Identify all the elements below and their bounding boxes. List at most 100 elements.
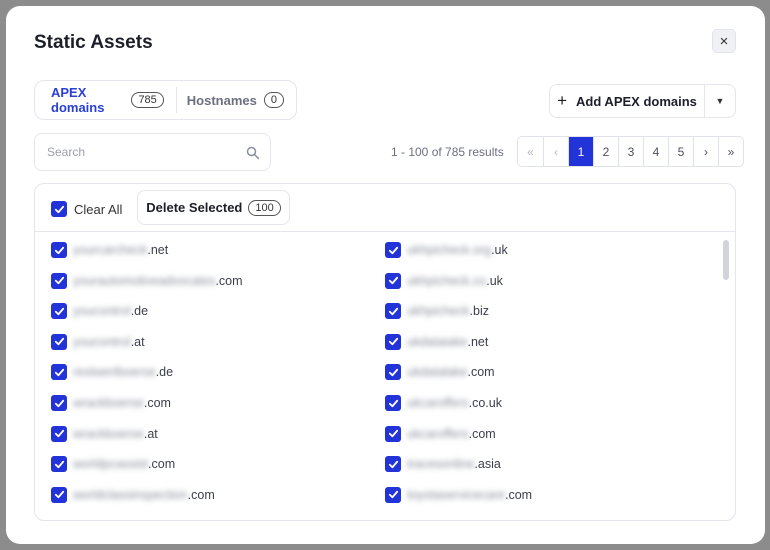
domain-list-item[interactable]: wrackboerse .com [51,393,171,413]
domain-list-item[interactable]: toyotaservicecare .com [385,485,532,505]
checkbox-checked-icon[interactable] [51,486,67,503]
checkbox-checked-icon[interactable] [51,395,67,411]
domain-suffix: .net [467,334,489,349]
checkbox-checked-icon[interactable] [385,395,401,411]
page-5-button[interactable]: 5 [668,137,693,166]
checkbox-checked-icon[interactable] [385,333,401,350]
domain-list-item[interactable]: yourcarcheck .net [51,240,168,260]
next-page-button[interactable]: › [693,137,718,166]
domain-name-redacted: ukcaroffers [407,396,469,410]
domain-list-item[interactable]: youcontrol .de [51,301,148,321]
search-input[interactable] [35,134,225,170]
tab-count-badge: 785 [131,92,164,108]
domain-list-item[interactable]: restwertboerse .de [51,362,173,382]
clear-all-checkbox[interactable]: Clear All [51,201,122,217]
checkbox-checked-icon[interactable] [51,242,67,258]
add-apex-domains-button[interactable]: + Add APEX domains [550,85,705,117]
checkbox-checked-icon[interactable] [385,486,401,503]
checkbox-checked-icon[interactable] [385,425,401,442]
domain-name-redacted: tracesonline [407,457,475,472]
domain-name-redacted: yourcarcheck [73,243,148,257]
domain-list-item[interactable]: ukhpicheck.co .uk [385,271,503,291]
domain-list-item[interactable]: tracesonline .asia [385,454,501,474]
checkbox-checked-icon[interactable] [51,272,67,289]
search-box [34,133,271,171]
domain-name-redacted: wrackboerse [73,426,144,441]
domain-list-item[interactable]: youcontrol .at [51,332,145,352]
domain-suffix: .uk [486,273,503,288]
domain-suffix: .uk [491,243,508,257]
domain-name-redacted: worldpcassist [73,457,149,472]
domain-list-item[interactable]: ukhpicheck .biz [385,301,489,321]
pagination: « ‹ 1 2 3 4 5 › » [517,136,744,167]
domain-suffix: .com [468,426,496,441]
domain-suffix: .biz [469,304,489,319]
domain-name-redacted: yourautomotiveadvocates [73,273,216,288]
page-1-button[interactable]: 1 [568,137,593,166]
domain-name-redacted: restwertboerse [73,365,156,380]
list-scrollbar[interactable] [723,240,729,280]
close-button[interactable]: × [712,29,736,53]
domain-list-item[interactable]: worldclassinspection .com [51,485,215,505]
delete-selected-label: Delete Selected [146,200,243,215]
domain-list-item[interactable]: ukcaroffers .com [385,424,496,444]
domain-list-item[interactable]: ukcaroffers .co.uk [385,393,502,413]
plus-icon: + [557,91,568,110]
checkbox-checked-icon[interactable] [51,425,67,442]
page-3-button[interactable]: 3 [618,137,643,166]
domain-name-redacted: ukhpicheck [407,304,470,319]
search-icon[interactable] [246,146,260,160]
add-button-label: Add APEX domains [576,93,697,109]
domain-suffix: .com [143,396,171,410]
checkbox-checked-icon[interactable] [51,303,67,320]
first-page-button[interactable]: « [518,137,543,166]
selected-count-badge: 100 [248,199,281,216]
add-options-dropdown-button[interactable]: ▼ [705,96,735,106]
domain-list-item[interactable]: ukdataiake .net [385,332,488,352]
modal-title: Static Assets [34,32,153,53]
domain-suffix: .asia [474,457,501,472]
prev-page-button[interactable]: ‹ [543,137,568,166]
clear-all-label: Clear All [74,201,123,217]
domain-suffix: .net [147,243,169,257]
domain-suffix: .com [504,487,533,502]
domain-list-item[interactable]: ukhpicheck.org .uk [385,240,508,260]
domain-list-item[interactable]: yourautomotiveadvocates .com [51,271,243,291]
panel-toolbar: Clear All Delete Selected 100 [35,184,735,232]
checkbox-checked-icon[interactable] [385,242,401,258]
checkbox-checked-icon [51,201,67,217]
domains-panel: Clear All Delete Selected 100 yourcarche… [34,183,736,521]
checkbox-checked-icon[interactable] [385,456,401,473]
domain-suffix: .com [187,487,215,502]
domain-list-item[interactable]: wrackboerse .at [51,424,158,444]
delete-selected-button[interactable]: Delete Selected 100 [137,190,290,225]
domain-suffix: .at [143,426,158,441]
domain-name-redacted: wrackboerse [73,396,144,410]
checkbox-checked-icon[interactable] [51,364,67,381]
last-page-button[interactable]: » [718,137,743,166]
domain-name-redacted: youcontrol [73,304,131,319]
tab-label: APEX domains [51,85,105,115]
domain-list-item[interactable]: ukdatalake .com [385,362,495,382]
domain-suffix: .co.uk [468,396,502,410]
checkbox-checked-icon[interactable] [385,364,401,381]
domain-list-item[interactable]: worldpcassist .com [51,454,175,474]
tab-hostnames[interactable]: Hostnames 0 [175,87,296,113]
asset-type-tabs: APEX domains 785 Hostnames 0 [34,80,297,120]
checkbox-checked-icon[interactable] [385,303,401,320]
static-assets-modal: Static Assets × APEX domains 785 Hostnam… [6,6,765,544]
domain-suffix: .com [467,365,495,380]
page-2-button[interactable]: 2 [593,137,618,166]
checkbox-checked-icon[interactable] [51,333,67,350]
domain-name-redacted: youcontrol [73,334,131,349]
tab-apex-domains[interactable]: APEX domains 785 [35,81,176,119]
domain-name-redacted: toyotaservicecare [407,487,505,502]
domain-suffix: .de [155,365,174,380]
domain-suffix: .com [148,457,176,472]
checkbox-checked-icon[interactable] [51,456,67,473]
domain-name-redacted: ukdataiake [407,334,468,349]
results-count: 1 - 100 of 785 results [391,145,504,159]
domain-name-redacted: ukdatalake [407,365,468,380]
page-4-button[interactable]: 4 [643,137,668,166]
checkbox-checked-icon[interactable] [385,272,401,289]
